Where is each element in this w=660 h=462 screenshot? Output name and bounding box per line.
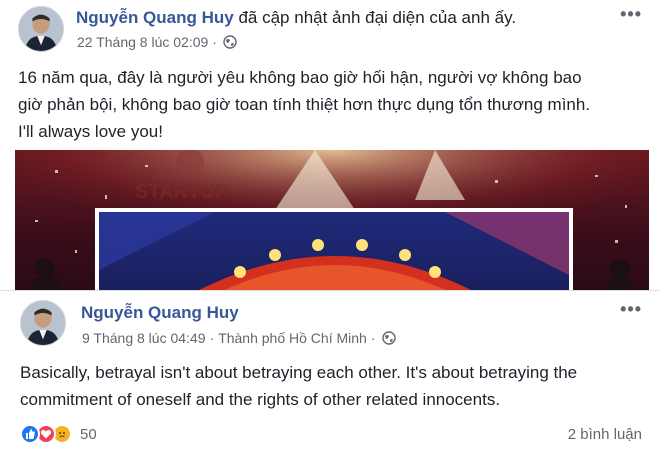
post-header: Nguyễn Quang Huy xyxy=(81,302,239,324)
post-action-text: đã cập nhật ảnh đại diện của anh ấy. xyxy=(238,8,517,27)
post-location[interactable]: Thành phố Hồ Chí Minh xyxy=(218,329,367,347)
author-name[interactable]: Nguyễn Quang Huy xyxy=(81,303,239,322)
post-text: Basically, betrayal isn't about betrayin… xyxy=(20,359,645,413)
post-options-button[interactable]: ••• xyxy=(620,4,642,25)
comment-count-link[interactable]: 2 bình luận xyxy=(568,426,642,443)
post-text-line: I'll always love you! xyxy=(18,122,163,141)
avatar[interactable] xyxy=(20,300,66,346)
post-photo[interactable]: STARTUP xyxy=(15,150,649,292)
post-text-line: commitment of oneself and the rights of … xyxy=(20,390,501,409)
svg-text:STARTUP: STARTUP xyxy=(135,181,228,203)
like-icon xyxy=(20,424,40,444)
avatar[interactable] xyxy=(18,6,64,52)
post-text-line: 16 năm qua, đây là người yêu không bao g… xyxy=(18,68,582,87)
avatar-photo xyxy=(19,7,63,51)
meta-separator: · xyxy=(209,330,215,346)
post-card-profile-update: Nguyễn Quang Huy đã cập nhật ảnh đại diệ… xyxy=(0,0,660,292)
globe-icon[interactable] xyxy=(381,331,396,345)
reaction-count: 50 xyxy=(80,425,97,443)
reactions-summary[interactable]: 50 xyxy=(20,424,97,444)
avatar-photo xyxy=(21,301,65,345)
post-timestamp[interactable]: 22 Tháng 8 lúc 02:09 xyxy=(77,33,208,51)
post-header: Nguyễn Quang Huy đã cập nhật ảnh đại diệ… xyxy=(76,7,516,29)
stage-photo-graphic: STARTUP xyxy=(15,150,649,292)
post-meta: 9 Tháng 8 lúc 04:49 · Thành phố Hồ Chí M… xyxy=(82,329,396,347)
post-meta: 22 Tháng 8 lúc 02:09 · xyxy=(77,33,237,51)
meta-separator: · xyxy=(212,34,217,50)
author-name[interactable]: Nguyễn Quang Huy xyxy=(76,8,234,27)
post-options-button[interactable]: ••• xyxy=(620,299,642,320)
post-text: 16 năm qua, đây là người yêu không bao g… xyxy=(18,64,648,145)
post-text-line: giờ phản bội, không bao giờ toan tính th… xyxy=(18,95,591,114)
post-timestamp[interactable]: 9 Tháng 8 lúc 04:49 xyxy=(82,329,206,347)
globe-icon[interactable] xyxy=(223,35,237,49)
meta-separator: · xyxy=(370,330,376,346)
post-text-line: Basically, betrayal isn't about betrayin… xyxy=(20,363,578,382)
